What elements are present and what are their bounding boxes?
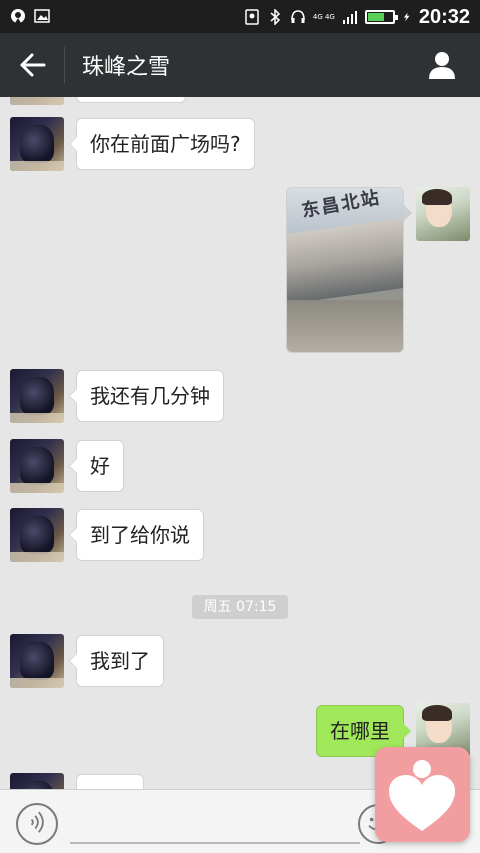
notification-icons <box>10 8 50 24</box>
voice-icon <box>30 811 44 833</box>
message-input[interactable] <box>70 842 360 844</box>
location-icon <box>245 9 259 25</box>
timestamp-divider: 周五 07:15 <box>192 595 288 619</box>
message-bubble[interactable]: 你在前面广场吗? <box>69 118 255 170</box>
photo-ground <box>287 300 403 352</box>
message-bubble[interactable]: 我到了 <box>69 635 164 687</box>
message-bubble[interactable]: 我还有几分钟 <box>69 370 224 422</box>
chat-title: 珠峰之雪 <box>82 55 171 80</box>
status-bar: 4G 4G 20:32 <box>0 0 480 33</box>
headphones-icon <box>291 10 305 23</box>
clock: 20:32 <box>418 5 470 28</box>
bubble-tail <box>404 205 412 221</box>
title-divider <box>64 47 65 83</box>
bluetooth-icon <box>270 9 280 25</box>
message-list[interactable]: 你在前面广场吗? 东昌北站 我还有几分钟 好 到了给你说 周五 07:15 我到… <box>0 97 480 789</box>
contact-avatar[interactable] <box>10 369 64 423</box>
floating-heart-button[interactable] <box>375 747 470 842</box>
sent-photo[interactable]: 东昌北站 <box>286 187 404 353</box>
chat-header: 珠峰之雪 <box>0 33 480 97</box>
message-bubble[interactable]: 到了给你说 <box>69 509 204 561</box>
my-avatar[interactable] <box>416 187 470 241</box>
battery-icon <box>364 10 398 24</box>
message-bubble-partial[interactable] <box>76 774 144 789</box>
contact-avatar[interactable] <box>10 439 64 493</box>
contact-avatar[interactable] <box>10 97 64 105</box>
app-notification-icon <box>11 9 25 23</box>
message-bubble-partial[interactable] <box>76 97 186 103</box>
image-notification-icon <box>34 9 50 23</box>
contact-avatar[interactable] <box>10 773 64 789</box>
heart-icon <box>389 760 455 831</box>
back-arrow-icon[interactable] <box>18 51 48 79</box>
charging-icon <box>403 12 410 22</box>
photo-building <box>287 217 403 305</box>
contact-avatar[interactable] <box>10 634 64 688</box>
status-indicators: 4G 4G 20:32 <box>244 4 470 30</box>
person-icon[interactable] <box>426 49 458 81</box>
contact-avatar[interactable] <box>10 508 64 562</box>
signal-icon <box>342 11 357 24</box>
contact-avatar[interactable] <box>10 117 64 171</box>
voice-button[interactable] <box>16 803 58 845</box>
network-type-label: 4G 4G <box>312 13 335 21</box>
message-bubble[interactable]: 好 <box>69 440 124 492</box>
photo-sign-text: 东昌北站 <box>300 187 383 222</box>
